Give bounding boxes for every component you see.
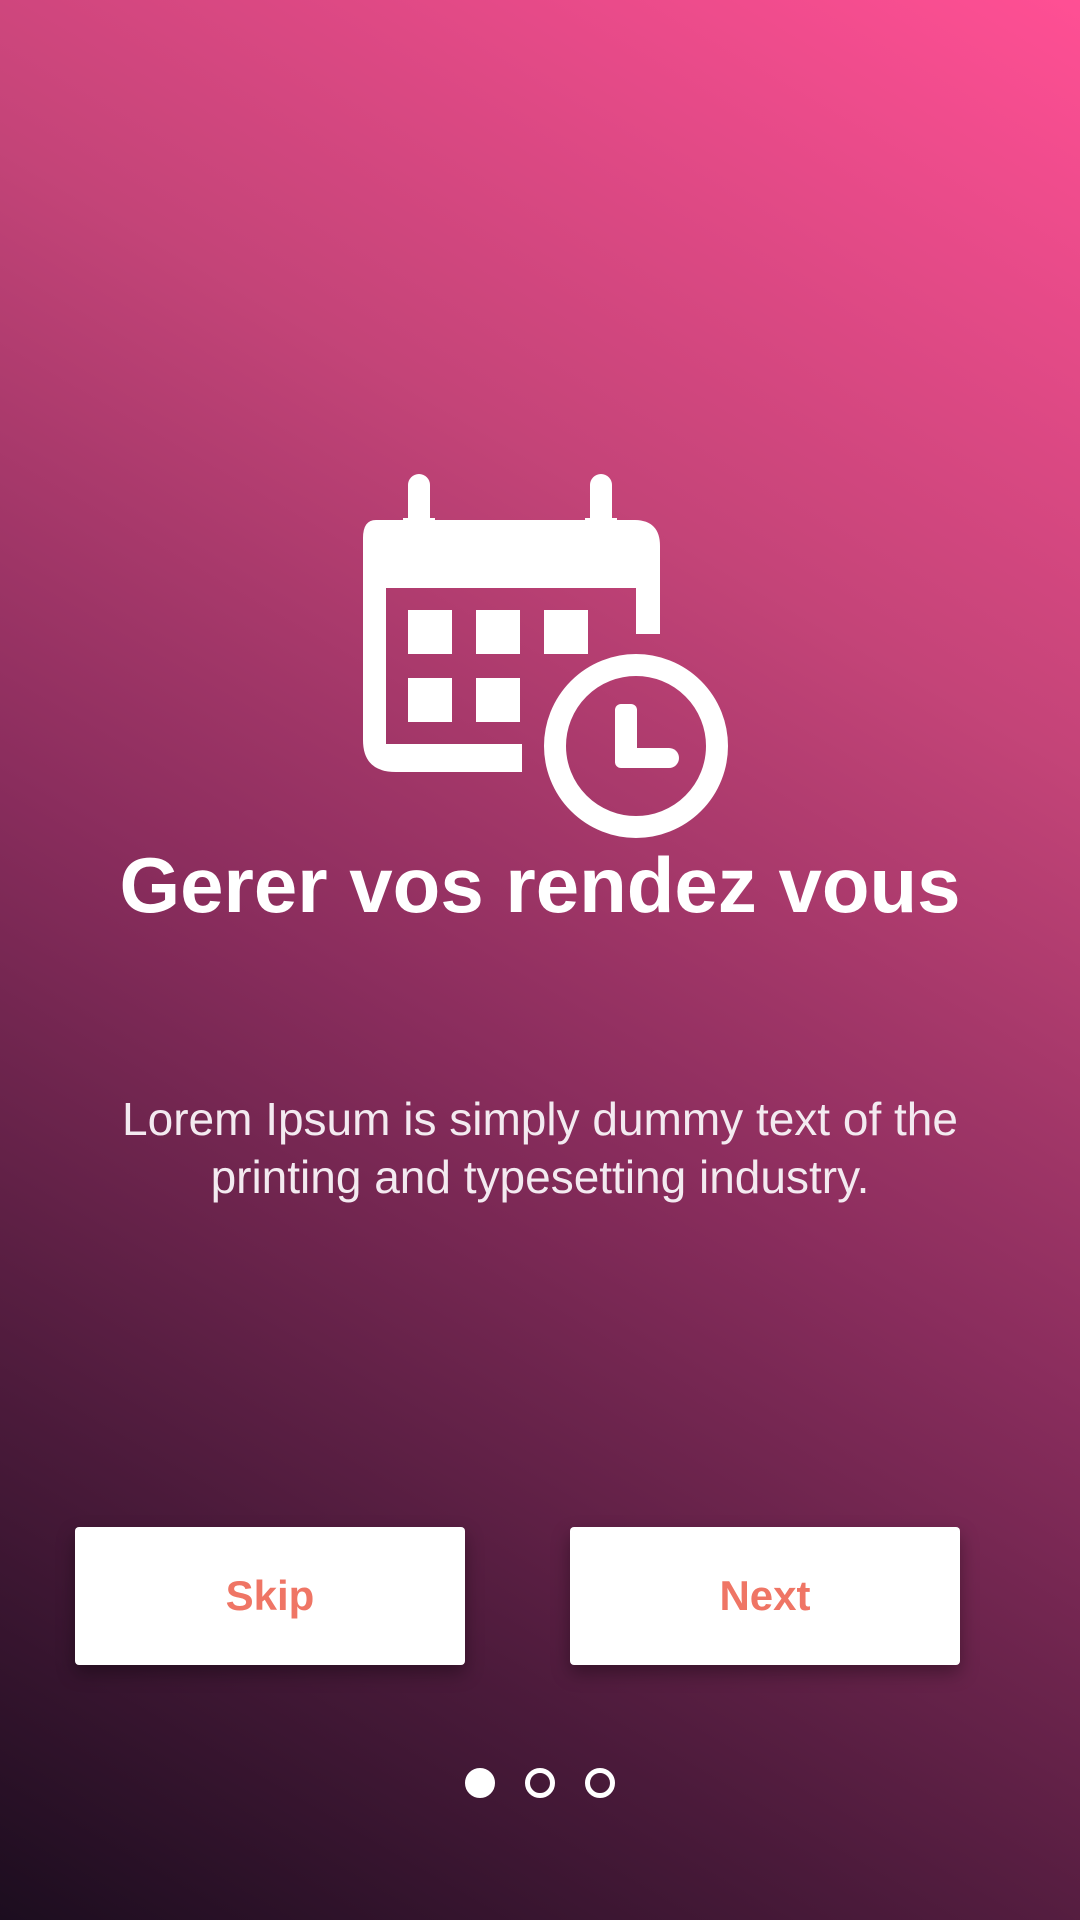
skip-button-label: Skip	[225, 1572, 315, 1619]
page-dot-2[interactable]	[525, 1768, 555, 1798]
calendar-clock-icon	[363, 474, 728, 838]
page-dot-3[interactable]	[585, 1768, 615, 1798]
next-button[interactable]: Next	[570, 1527, 960, 1665]
next-button-label: Next	[719, 1572, 811, 1619]
page-dot-1-active[interactable]	[465, 1768, 495, 1798]
page-indicator	[0, 1768, 1080, 1798]
skip-button[interactable]: Skip	[75, 1527, 465, 1665]
page-title: Gerer vos rendez vous	[119, 841, 961, 929]
page-description: Lorem Ipsum is simply dummy text of the …	[122, 1093, 958, 1203]
